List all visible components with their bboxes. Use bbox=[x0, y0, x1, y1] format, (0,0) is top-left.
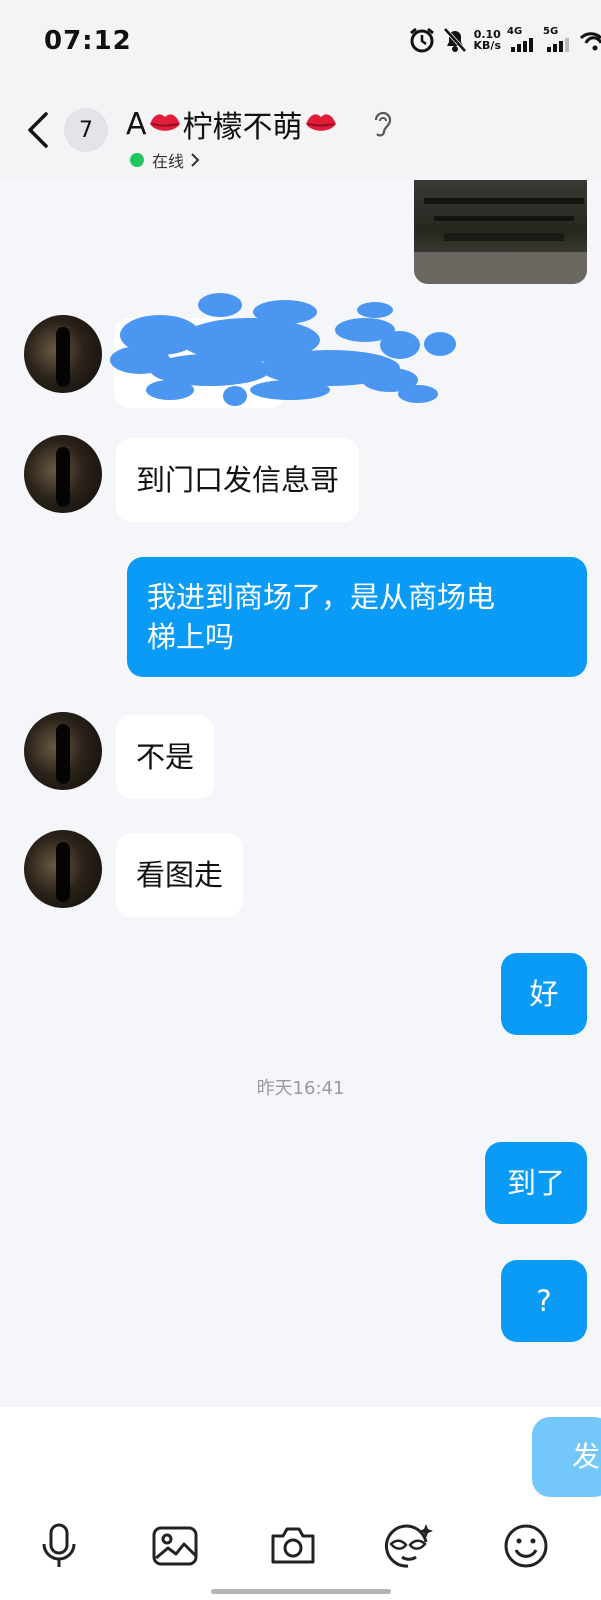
title-main: 柠檬不萌 bbox=[182, 110, 303, 145]
avatar[interactable] bbox=[24, 830, 102, 908]
input-area: 发 bbox=[0, 1405, 601, 1600]
network-4g: 4G bbox=[507, 26, 537, 54]
emoji-icon[interactable] bbox=[501, 1521, 551, 1571]
message-bubble-sent[interactable]: 好 bbox=[501, 953, 587, 1035]
avatar[interactable] bbox=[24, 712, 102, 790]
message-bubble-received[interactable]: 看图走 bbox=[116, 833, 244, 917]
redacted-scribble bbox=[110, 293, 456, 408]
network-5g: 5G bbox=[543, 26, 573, 54]
ear-icon[interactable] bbox=[372, 110, 392, 138]
message-bubble-sent[interactable]: 我进到商场了，是从商场电 梯上吗 bbox=[127, 557, 587, 677]
online-status-text: 在线 bbox=[152, 152, 185, 171]
lips-icon bbox=[149, 114, 180, 131]
title-prefix: A bbox=[126, 106, 147, 142]
message-bubble-sent[interactable]: 到了 bbox=[485, 1142, 587, 1224]
online-dot bbox=[130, 153, 144, 167]
sticker-icon[interactable] bbox=[384, 1521, 434, 1571]
message-line: 我进到商场了，是从商场电 bbox=[147, 580, 496, 614]
home-indicator bbox=[211, 1589, 391, 1594]
message-input[interactable] bbox=[24, 1417, 516, 1497]
signal-icon bbox=[547, 38, 569, 52]
send-button[interactable]: 发 bbox=[532, 1417, 601, 1497]
network-4g-label: 4G bbox=[507, 26, 523, 37]
unread-count-badge[interactable]: 7 bbox=[64, 108, 108, 152]
photo-content bbox=[414, 198, 587, 284]
message-list[interactable]: 到门口发信息哥 我进到商场了，是从商场电 梯上吗 不是 看图走 好 昨天16:4… bbox=[0, 180, 601, 1405]
image-icon[interactable] bbox=[150, 1521, 200, 1571]
message-bubble-received[interactable]: 到门口发信息哥 bbox=[116, 438, 360, 522]
divider bbox=[0, 1405, 601, 1406]
message-bubble-received[interactable]: 不是 bbox=[116, 715, 215, 799]
net-speed-unit: KB/s bbox=[473, 39, 501, 52]
microphone-icon[interactable] bbox=[34, 1521, 84, 1571]
contact-name[interactable]: A 柠檬不萌 bbox=[126, 102, 339, 146]
image-message[interactable] bbox=[414, 180, 587, 284]
mute-bell-icon bbox=[443, 27, 466, 53]
chevron-right-icon bbox=[191, 153, 200, 167]
network-5g-label: 5G bbox=[543, 26, 559, 37]
camera-icon[interactable] bbox=[268, 1521, 318, 1571]
wifi-icon bbox=[579, 32, 601, 51]
status-time: 07:12 bbox=[44, 26, 132, 56]
lips-icon bbox=[305, 114, 336, 131]
net-speed: 0.10 KB/s bbox=[474, 29, 501, 51]
status-icons: 0.10 KB/s 4G 5G bbox=[408, 22, 601, 58]
signal-icon bbox=[511, 38, 533, 52]
alarm-icon bbox=[409, 27, 434, 53]
online-status[interactable]: 在线 bbox=[130, 148, 202, 172]
avatar[interactable] bbox=[24, 315, 102, 393]
chat-header: 7 A 柠檬不萌 在线 bbox=[0, 80, 601, 180]
message-line: 梯上吗 bbox=[147, 620, 235, 654]
back-arrow-icon[interactable] bbox=[26, 112, 50, 148]
message-bubble-sent[interactable]: ? bbox=[501, 1260, 587, 1342]
status-bar: 07:12 0.10 KB/s 4G 5G bbox=[0, 0, 601, 80]
timestamp-separator: 昨天16:41 bbox=[256, 1078, 345, 1099]
avatar[interactable] bbox=[24, 435, 102, 513]
